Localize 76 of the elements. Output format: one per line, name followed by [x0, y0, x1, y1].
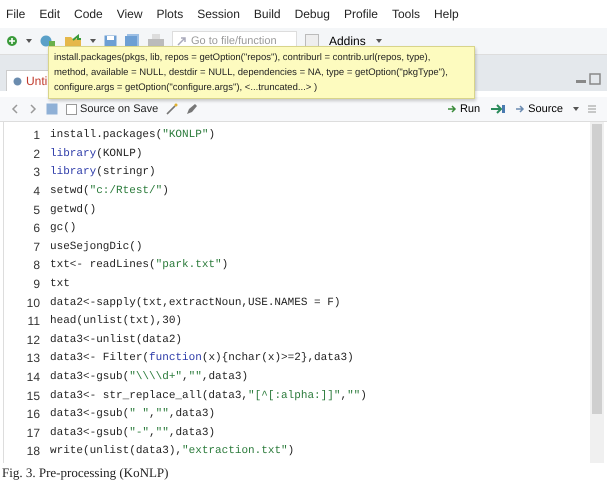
- line-number: 15: [26, 388, 41, 403]
- scrollbar[interactable]: [590, 122, 604, 463]
- line-number: 6: [32, 221, 41, 236]
- addins-button[interactable]: Addins: [327, 34, 368, 48]
- save-icon[interactable]: [46, 103, 58, 115]
- line-number: 9: [32, 277, 41, 292]
- code-line: gc(): [50, 222, 76, 234]
- grid-icon[interactable]: [305, 34, 319, 48]
- code-line: write(unlist(data3),"extraction.txt"): [50, 445, 294, 458]
- code-line: data3<-gsub("\\\\d+","",data3): [50, 371, 248, 384]
- line-number: 10: [26, 296, 41, 310]
- line-number: 13: [26, 351, 41, 366]
- menu-item[interactable]: Plots: [156, 7, 184, 21]
- code-line: data3<-gsub("-","",data3): [50, 426, 216, 439]
- code-line: data2<-sapply(txt,extractNoun,USE.NAMES = F): [50, 296, 340, 309]
- line-number: 1: [32, 128, 41, 142]
- function-tooltip: install.packages(pkgs, lib, repos = getOption("repos"), contriburl = contrib.url(repos, type), method, available = NULL, destdir = NULL, dependencies = NA, type = getOption("pkgType"), configure.args = getOption("configure.args"), <...truncated...> ): [48, 46, 475, 99]
- save-all-icon[interactable]: [125, 34, 140, 48]
- menu-item[interactable]: Edit: [39, 7, 60, 21]
- save-icon[interactable]: [104, 34, 117, 48]
- code-line: useSejongDic(): [50, 240, 142, 253]
- pencil-icon[interactable]: [186, 103, 198, 115]
- forward-icon[interactable]: [28, 104, 38, 114]
- code-line: data3<- Filter(function(x){nchar(x)>=2},data3): [50, 352, 354, 364]
- code-line: library(stringr): [50, 166, 156, 178]
- arrow-icon: [177, 36, 187, 46]
- plus-icon[interactable]: [6, 35, 18, 47]
- line-number: 8: [32, 258, 41, 272]
- line-number: 16: [26, 407, 41, 422]
- arrow-icon: [448, 105, 457, 113]
- line-number: 3: [32, 165, 41, 180]
- menu-icon[interactable]: [587, 104, 597, 114]
- line-number: 5: [32, 202, 41, 217]
- code-line: head(unlist(txt),30): [50, 315, 182, 328]
- code-line: txt<- readLines("park.txt"): [50, 259, 228, 272]
- caret-icon[interactable]: [573, 107, 579, 111]
- source-button[interactable]: Source: [514, 103, 565, 115]
- caret-icon[interactable]: [376, 39, 382, 43]
- run-button[interactable]: Run: [446, 103, 482, 115]
- wand-icon[interactable]: [166, 103, 178, 115]
- code-line: data3<-gsub(" ","",data3): [50, 408, 216, 420]
- menu-item[interactable]: Profile: [344, 7, 378, 21]
- code-line: setwd("c:/Rtest/"): [50, 185, 169, 198]
- rerun-icon[interactable]: [490, 104, 506, 114]
- menu-item[interactable]: Tools: [392, 7, 420, 21]
- back-icon[interactable]: [10, 104, 20, 114]
- line-number: 4: [32, 184, 41, 198]
- line-number: 18: [26, 444, 41, 458]
- print-icon[interactable]: [148, 34, 164, 48]
- line-number: 14: [26, 370, 41, 384]
- menu-item[interactable]: File: [6, 7, 26, 21]
- line-number: 17: [26, 426, 41, 440]
- code-line: library(KONLP): [50, 148, 142, 160]
- line-number: 2: [32, 146, 41, 161]
- caret-icon[interactable]: [90, 39, 96, 43]
- line-number: 11: [26, 314, 41, 328]
- menu-item[interactable]: Help: [434, 7, 459, 21]
- code-line: install.packages("KONLP"): [50, 129, 216, 142]
- menu-item[interactable]: Build: [254, 7, 281, 21]
- menu-item[interactable]: Session: [197, 7, 240, 21]
- figure-caption: Fig. 3. Pre-processing (KoNLP): [1, 464, 170, 482]
- source-on-save-checkbox[interactable]: Source on Save: [66, 103, 158, 115]
- project-icon[interactable]: [40, 34, 56, 48]
- file-icon: [13, 76, 22, 86]
- maximize-icon[interactable]: [589, 73, 601, 85]
- menu-item[interactable]: View: [116, 7, 143, 21]
- arrow-icon: [516, 105, 526, 113]
- code-line: data3<- str_replace_all(data3,"[^[:alpha:]]",""): [50, 390, 367, 402]
- code-line: getwd(): [50, 204, 96, 216]
- caret-icon[interactable]: [26, 39, 32, 43]
- code-line: data3<-unlist(data2): [50, 334, 182, 346]
- menu-item[interactable]: Debug: [294, 7, 330, 21]
- code-line: txt: [50, 278, 70, 290]
- menu-item[interactable]: Code: [74, 7, 103, 21]
- line-number: 7: [32, 240, 41, 254]
- line-number: 12: [26, 332, 41, 347]
